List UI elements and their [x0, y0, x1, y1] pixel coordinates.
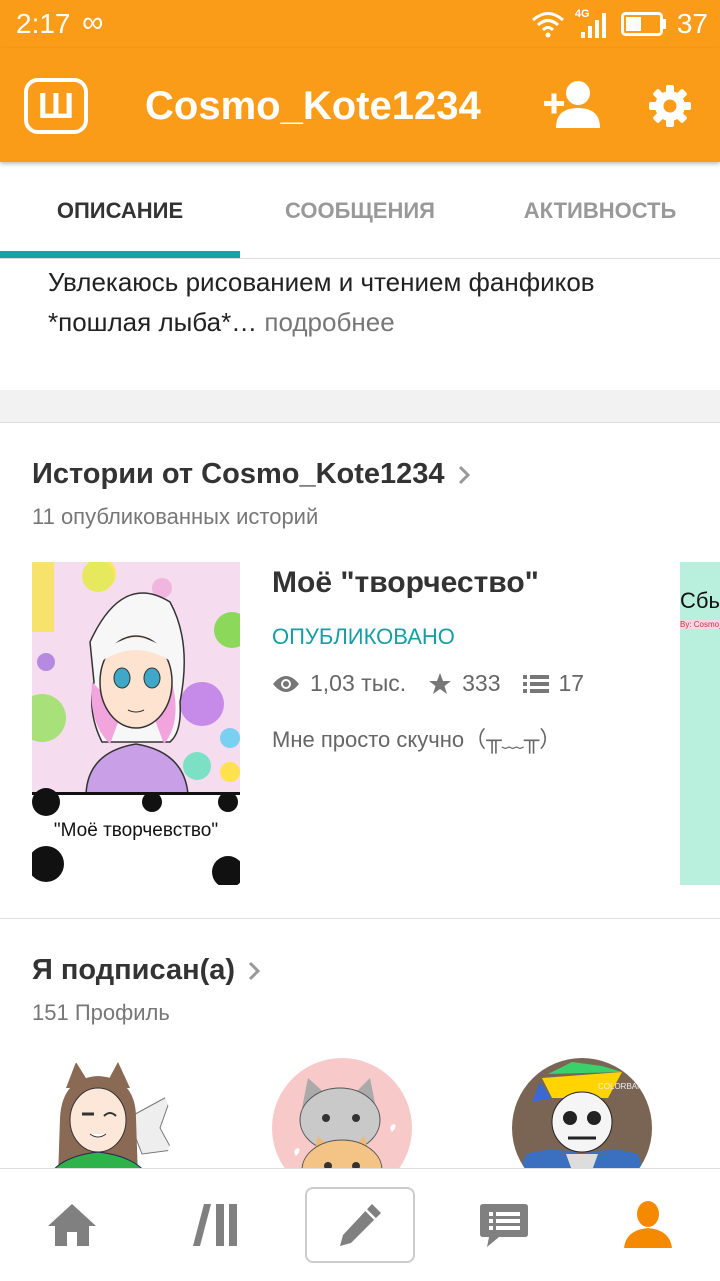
star-icon: [429, 672, 452, 694]
next-cover-title: Сбь: [680, 588, 720, 613]
settings-button[interactable]: [648, 84, 692, 133]
active-tab-indicator: [0, 251, 240, 258]
battery-level: 37: [676, 8, 708, 39]
description-line: *пошлая лыба*…: [48, 307, 258, 337]
description-line: Увлекаюсь рисованием и чтением фанфиков: [48, 267, 595, 297]
eye-icon: [273, 675, 299, 692]
profile-description: Увлекаюсь рисованием и чтением фанфиков …: [48, 262, 688, 342]
stories-header[interactable]: Истории от Cosmo_Kote1234: [32, 458, 471, 491]
profile-tabs: ОПИСАНИЕ СООБЩЕНИЯ АКТИВНОСТЬ: [0, 162, 720, 259]
library-icon: [193, 1204, 237, 1246]
battery-icon: [620, 12, 666, 36]
stories-count: 11 опубликованных историй: [32, 504, 319, 529]
chevron-right-icon: [458, 465, 470, 484]
nav-messages[interactable]: [432, 1169, 576, 1281]
status-time: 2:17: [16, 8, 71, 39]
chevron-right-icon: [249, 961, 261, 980]
stories-title: Истории от Cosmo_Kote1234: [32, 458, 445, 490]
add-friend-icon: [544, 81, 600, 128]
read-more-link[interactable]: подробнее: [264, 307, 394, 337]
views-count: 1,03 тыс.: [310, 670, 407, 696]
avatar-watermark: COLORBAN: [598, 1082, 643, 1091]
tab-activity[interactable]: АКТИВНОСТЬ: [480, 162, 720, 258]
profile-username: Cosmo_Kote1234: [145, 84, 481, 128]
following-title: Я подписан(а): [32, 954, 236, 986]
parts-count: 17: [558, 670, 585, 696]
logo-letter: Ш: [37, 85, 75, 126]
story-description: Мне просто скучно（╥﹏╥）: [272, 727, 562, 752]
add-friend-button[interactable]: [542, 78, 602, 135]
section-divider: [0, 390, 720, 423]
tab-description[interactable]: ОПИСАНИЕ: [0, 162, 240, 258]
cover-caption: "Моё творчевство": [53, 820, 219, 841]
profile-icon: [624, 1201, 672, 1248]
story-cover[interactable]: "Моё творчевство": [32, 562, 240, 885]
status-bar: 2:17 ∞ 4G 37: [0, 0, 720, 48]
list-icon: [522, 674, 549, 693]
next-story-cover[interactable]: Сбь By: Cosmo_K: [680, 562, 720, 885]
section-divider: [0, 918, 720, 919]
wifi-icon: [531, 12, 564, 38]
home-icon: [48, 1204, 96, 1246]
story-status: ОПУБЛИКОВАНО: [272, 624, 455, 649]
nav-profile[interactable]: [576, 1169, 720, 1281]
infinity-icon: ∞: [82, 6, 104, 39]
gear-icon: [649, 85, 691, 127]
next-cover-author: By: Cosmo_K: [680, 620, 720, 629]
signal-icon: 4G: [575, 8, 611, 40]
nav-home[interactable]: [0, 1169, 144, 1281]
story-title[interactable]: Моё "творчество": [272, 566, 539, 600]
tab-messages[interactable]: СООБЩЕНИЯ: [240, 162, 480, 258]
votes-count: 333: [462, 670, 501, 696]
wattpad-logo[interactable]: Ш: [24, 78, 88, 134]
messages-icon: [480, 1204, 528, 1247]
nav-library[interactable]: [144, 1169, 288, 1281]
following-count: 151 Профиль: [32, 1000, 170, 1025]
following-header[interactable]: Я подписан(а): [32, 954, 261, 987]
app-bar: Ш Cosmo_Kote1234: [0, 48, 720, 162]
nav-write[interactable]: [305, 1187, 415, 1263]
pencil-icon: [340, 1204, 381, 1246]
bottom-navigation: [0, 1168, 720, 1281]
story-stats: 1,03 тыс. 333 17: [272, 670, 606, 697]
